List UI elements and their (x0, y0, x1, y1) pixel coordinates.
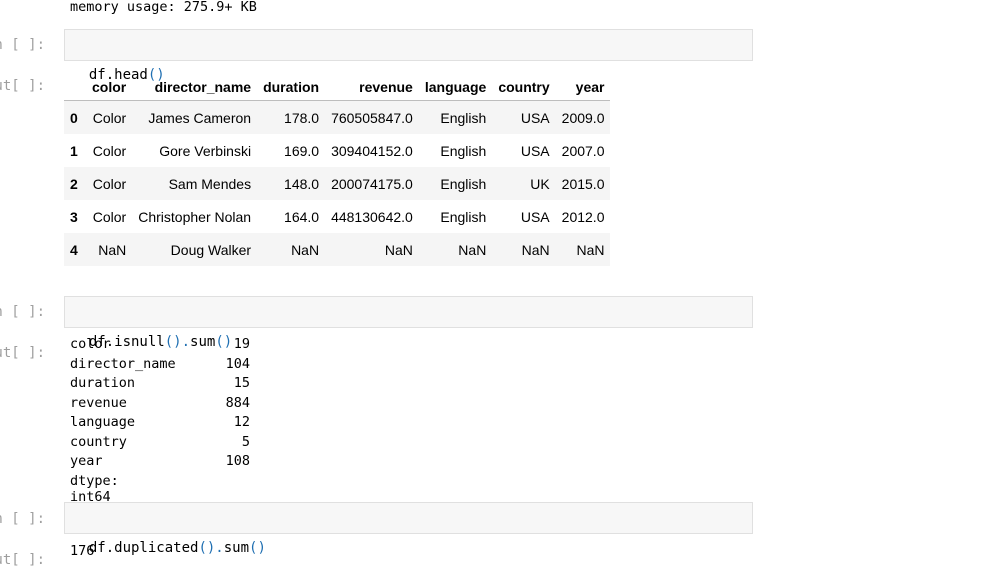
table-cell: 2009.0 (561, 109, 605, 126)
table-cell: English (440, 175, 487, 192)
code-cell-duplicated[interactable]: df.duplicated().sum() (64, 502, 753, 556)
null-count-label: language (70, 414, 136, 430)
code-text: sum (223, 540, 250, 556)
in-prompt-isnull: In [ ]: (0, 304, 46, 320)
table-cell: 200074175.0 (331, 175, 413, 192)
null-count-value: 12 (233, 414, 250, 430)
null-count-value: 15 (233, 375, 250, 391)
out-prompt-duplicated: Out[ ]: (0, 552, 46, 568)
table-cell: NaN (291, 241, 320, 258)
null-count-label: duration (70, 375, 136, 391)
table-cell: Color (92, 208, 127, 225)
null-count-value: 104 (225, 355, 250, 372)
duplicated-output: 176 (70, 543, 95, 559)
table-row: 0 Color James Cameron 178.0 760505847.0 … (64, 100, 611, 134)
memory-usage-text: memory usage: 275.9+ KB (70, 0, 257, 15)
table-cell: 164.0 (284, 208, 320, 225)
code-paren: () (249, 540, 266, 556)
column-header: color (86, 73, 133, 101)
row-index: 3 (70, 208, 78, 225)
table-cell: 169.0 (284, 142, 320, 159)
table-row: 4 NaN Doug Walker NaN NaN NaN NaN NaN (64, 233, 611, 266)
table-cell: English (440, 208, 487, 225)
out-prompt-head: Out[ ]: (0, 78, 46, 94)
table-cell: Color (92, 109, 127, 126)
null-count-label: director_name (70, 355, 176, 372)
row-index: 4 (70, 241, 78, 258)
table-cell: 2015.0 (561, 175, 605, 192)
table-cell: 178.0 (284, 109, 320, 126)
null-count-label: revenue (70, 394, 127, 411)
column-header: duration (257, 73, 326, 101)
null-count-label: color (70, 336, 111, 352)
column-header: language (418, 73, 493, 101)
table-cell: UK (530, 175, 550, 192)
column-header: director_name (132, 73, 258, 101)
table-cell: USA (520, 208, 550, 225)
dtype-line: dtype: int64 (70, 472, 119, 505)
dataframe-head-table: color director_name duration revenue lan… (64, 73, 611, 266)
table-cell: NaN (98, 241, 127, 258)
out-prompt-isnull: Out[ ]: (0, 345, 46, 361)
table-cell: 2007.0 (561, 142, 605, 159)
table-cell: NaN (576, 241, 605, 258)
code-cell-head[interactable]: df.head() (64, 29, 753, 83)
null-count-value: 5 (241, 433, 250, 450)
table-cell: USA (520, 142, 550, 159)
null-count-label: year (70, 453, 103, 469)
table-cell: NaN (521, 241, 550, 258)
table-row: 2 Color Sam Mendes 148.0 200074175.0 Eng… (64, 167, 611, 200)
table-cell: NaN (458, 241, 487, 258)
table-cell: Christopher Nolan (138, 208, 252, 225)
table-header-row: color director_name duration revenue lan… (64, 73, 611, 101)
code-cell-isnull[interactable]: df.isnull().sum() (64, 296, 753, 350)
table-cell: 309404152.0 (331, 142, 413, 159)
column-header: year (555, 73, 611, 101)
row-index: 0 (70, 109, 78, 126)
table-cell: 2012.0 (561, 208, 605, 225)
table-row: 3 Color Christopher Nolan 164.0 44813064… (64, 200, 610, 233)
null-count-value: 19 (233, 336, 250, 352)
table-cell: English (440, 142, 487, 159)
table-cell: 760505847.0 (331, 109, 413, 126)
table-cell: 148.0 (284, 175, 320, 192)
row-index: 1 (70, 142, 78, 159)
table-cell: Sam Mendes (168, 175, 252, 192)
null-count-label: country (70, 433, 127, 450)
code-text: df.duplicated (88, 540, 199, 556)
column-header: country (492, 73, 556, 101)
table-cell: Doug Walker (170, 241, 252, 258)
table-cell: 448130642.0 (331, 208, 413, 225)
row-index: 2 (70, 175, 78, 192)
table-cell: English (440, 109, 487, 126)
table-cell: Color (92, 175, 127, 192)
table-cell: Gore Verbinski (159, 142, 252, 159)
null-count-value: 108 (225, 453, 250, 469)
index-header (64, 73, 86, 101)
code-paren: (). (198, 540, 224, 556)
table-cell: NaN (384, 241, 413, 258)
in-prompt-head: In [ ]: (0, 37, 46, 53)
table-cell: Color (92, 142, 127, 159)
column-header: revenue (325, 73, 419, 101)
in-prompt-duplicated: In [ ]: (0, 511, 46, 527)
table-cell: USA (520, 109, 550, 126)
table-cell: James Cameron (148, 109, 252, 126)
table-row: 1 Color Gore Verbinski 169.0 309404152.0… (64, 134, 610, 167)
null-count-value: 884 (225, 394, 250, 411)
